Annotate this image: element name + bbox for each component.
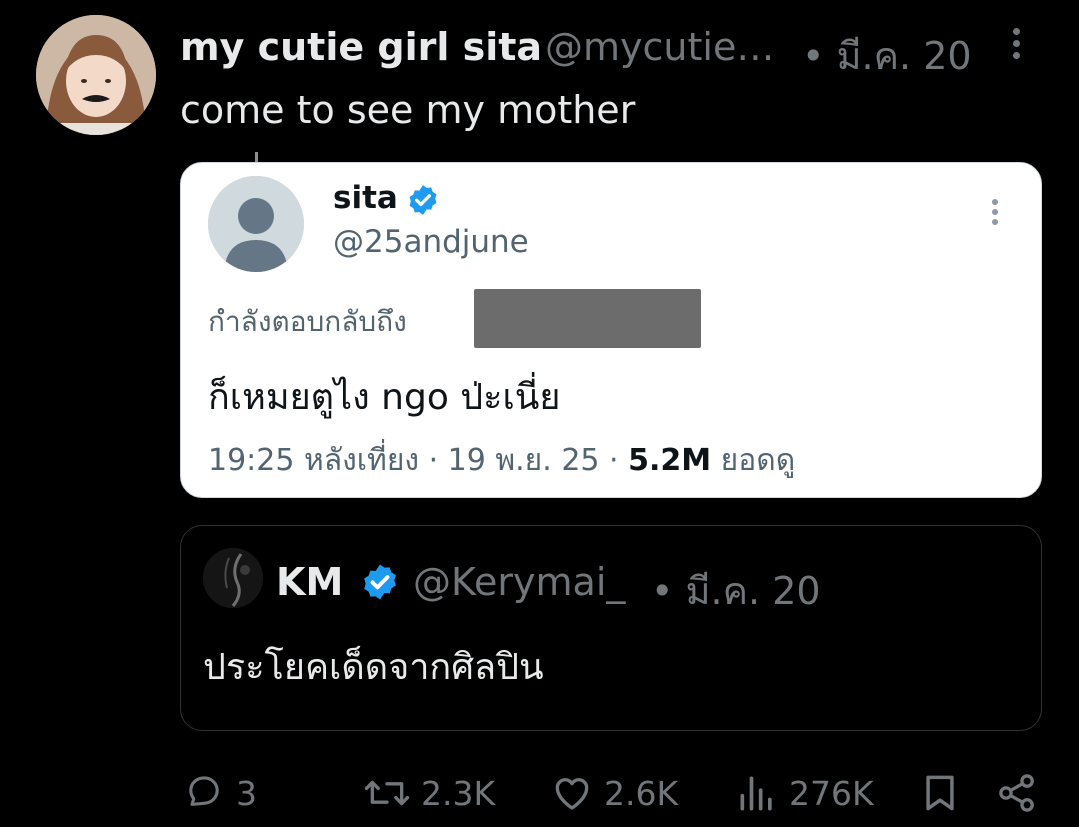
post-date[interactable]: • มี.ค. 20	[802, 25, 972, 86]
retweet-icon	[364, 780, 410, 806]
verified-badge-icon	[364, 564, 396, 600]
author-avatar[interactable]	[36, 15, 156, 135]
default-avatar-icon	[208, 176, 304, 272]
like-button[interactable]: 2.6K	[550, 770, 678, 816]
repost-button[interactable]: 2.3K	[363, 770, 495, 816]
reply-button[interactable]: 3	[182, 770, 257, 816]
quoted-author-name: KM	[276, 560, 344, 604]
share-button[interactable]	[995, 770, 1039, 816]
author-name[interactable]: my cutie girl sita	[180, 25, 542, 69]
screenshot-tweet-text: ก็เหมยตูไง ngo ป่ะเนี่ย	[208, 377, 561, 418]
more-vertical-icon	[985, 196, 1005, 236]
screenshot-timestamp: 19:25 หลังเที่ยง · 19 พ.ย. 25 ·	[208, 443, 629, 478]
post-text: come to see my mother	[180, 88, 636, 132]
screenshot-author-handle: @25andjune	[333, 224, 529, 260]
screenshot-tweet-meta: 19:25 หลังเที่ยง · 19 พ.ย. 25 · 5.2M ยอด…	[208, 437, 795, 484]
screenshot-view-count: 5.2M	[628, 443, 712, 478]
more-options-icon[interactable]	[1004, 24, 1028, 68]
screenshot-author-name: sita	[333, 180, 398, 216]
views-icon	[740, 776, 772, 811]
quoted-author-avatar[interactable]	[203, 548, 263, 608]
views-count: 276K	[789, 773, 874, 813]
reply-count: 3	[236, 773, 257, 813]
quoted-author-handle: @Kerymai_	[413, 560, 626, 604]
author-handle[interactable]: @mycutie…	[545, 25, 774, 69]
reply-icon	[189, 776, 219, 806]
screenshot-views-suffix: ยอดดู	[711, 443, 796, 478]
like-count: 2.6K	[604, 773, 679, 813]
heart-icon	[555, 778, 589, 810]
quoted-post-card[interactable]	[180, 525, 1042, 731]
bookmark-button[interactable]	[918, 770, 962, 816]
bookmark-icon	[926, 775, 954, 811]
quoted-post-text: ประโยคเด็ดจากศิลปิน	[203, 647, 544, 688]
share-icon	[999, 774, 1034, 812]
redacted-username-block	[474, 289, 701, 348]
verified-badge-icon	[409, 185, 437, 215]
repost-count: 2.3K	[421, 773, 496, 813]
replying-to-label: กำลังตอบกลับถึง	[208, 305, 407, 338]
quoted-post-date: • มี.ค. 20	[651, 569, 821, 613]
views-button[interactable]: 276K	[735, 770, 874, 816]
